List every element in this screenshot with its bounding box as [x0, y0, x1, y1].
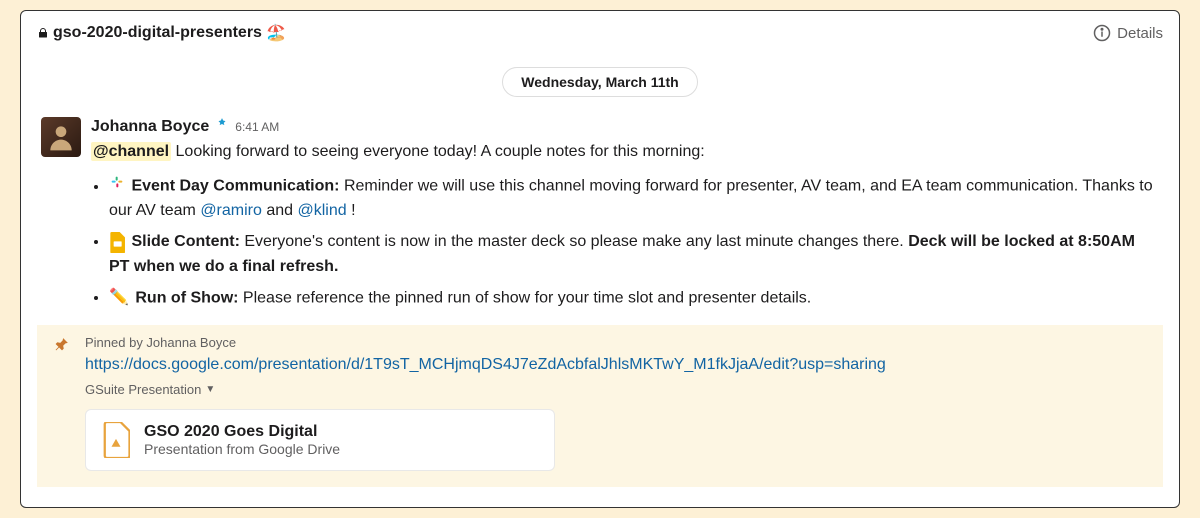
bullet-title: Slide Content: — [131, 233, 239, 250]
preview-card[interactable]: GSO 2020 Goes Digital Presentation from … — [85, 409, 555, 471]
user-mention[interactable]: @ramiro — [200, 202, 262, 219]
message-body: Johanna Boyce 6:41 AM @channel Looking f… — [91, 117, 1159, 164]
list-item: ✏️ Run of Show: Please reference the pin… — [109, 286, 1163, 311]
date-pill[interactable]: Wednesday, March 11th — [502, 67, 697, 97]
message-text: @channel Looking forward to seeing every… — [91, 140, 1159, 164]
bullet-body-after: ! — [351, 202, 355, 219]
pin-icon — [55, 337, 69, 356]
chevron-down-icon: ▼ — [205, 384, 215, 395]
preview-subtitle: Presentation from Google Drive — [144, 441, 340, 457]
bullet-body-mid: and — [266, 202, 293, 219]
channel-emoji-icon: 🏖️ — [266, 23, 286, 43]
bullet-body: Everyone's content is now in the master … — [244, 233, 903, 250]
channel-header: gso-2020-digital-presenters 🏖️ Details — [37, 23, 1163, 43]
pencil-icon: ✏️ — [109, 286, 129, 311]
preview-source[interactable]: GSuite Presentation ▼ — [85, 382, 1147, 397]
slack-icon — [109, 174, 125, 199]
channel-mention[interactable]: @channel — [91, 142, 171, 161]
channel-name[interactable]: gso-2020-digital-presenters 🏖️ — [37, 23, 286, 43]
details-button[interactable]: Details — [1093, 24, 1163, 42]
lock-icon — [37, 27, 49, 39]
slides-icon — [109, 232, 125, 252]
user-mention[interactable]: @klind — [298, 202, 347, 219]
attachment-link[interactable]: https://docs.google.com/presentation/d/1… — [85, 356, 1147, 374]
author-badge-icon — [215, 117, 229, 131]
bullet-title: Event Day Communication: — [131, 178, 339, 195]
date-divider: Wednesday, March 11th — [37, 67, 1163, 97]
preview-source-text: GSuite Presentation — [85, 382, 201, 397]
message-timestamp[interactable]: 6:41 AM — [235, 120, 279, 134]
list-item: Event Day Communication: Reminder we wil… — [109, 174, 1163, 224]
pinned-by-label: Pinned by Johanna Boyce — [85, 335, 1147, 350]
message-header: Johanna Boyce 6:41 AM — [91, 117, 1159, 136]
avatar[interactable] — [41, 117, 81, 157]
bullet-body: Please reference the pinned run of show … — [243, 289, 811, 306]
author-name[interactable]: Johanna Boyce — [91, 118, 209, 136]
date-text: Wednesday, March 11th — [521, 74, 678, 90]
list-item: Slide Content: Everyone's content is now… — [109, 230, 1163, 280]
channel-name-text: gso-2020-digital-presenters — [53, 24, 262, 42]
intro-text: Looking forward to seeing everyone today… — [176, 143, 705, 160]
slack-message-panel: gso-2020-digital-presenters 🏖️ Details W… — [20, 10, 1180, 508]
preview-card-text: GSO 2020 Goes Digital Presentation from … — [144, 423, 340, 457]
bullet-list: Event Day Communication: Reminder we wil… — [109, 174, 1163, 311]
pinned-attachment: Pinned by Johanna Boyce https://docs.goo… — [37, 325, 1163, 487]
preview-title: GSO 2020 Goes Digital — [144, 423, 340, 441]
bullet-title: Run of Show: — [135, 289, 238, 306]
message-row: Johanna Boyce 6:41 AM @channel Looking f… — [37, 117, 1163, 164]
details-label: Details — [1117, 25, 1163, 42]
drive-file-icon — [102, 422, 130, 458]
avatar-placeholder-icon — [45, 121, 77, 153]
info-icon — [1093, 24, 1111, 42]
